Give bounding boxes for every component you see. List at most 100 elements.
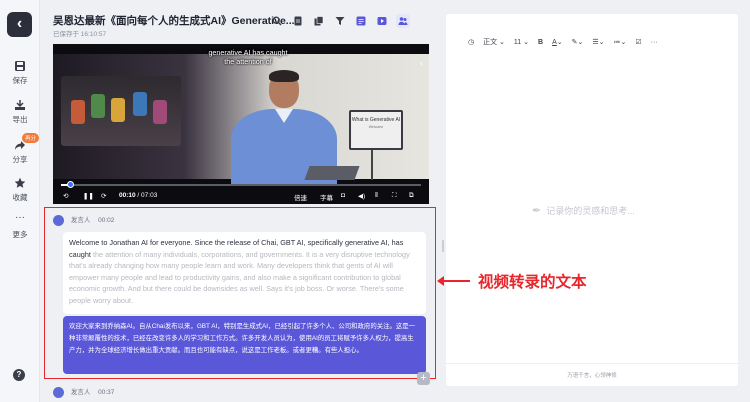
annotation-label: 视频转录的文本 — [478, 274, 587, 291]
laptop-prop — [304, 166, 360, 180]
popout-icon[interactable]: ⧉ — [409, 192, 414, 200]
editor-footer-divider — [446, 363, 738, 364]
export-button[interactable]: 导出 — [0, 99, 40, 125]
copy-button[interactable] — [312, 14, 326, 28]
video-caption: generative AI has caught the attention o… — [208, 48, 288, 66]
subtitle-button[interactable]: 字幕 — [320, 192, 333, 202]
annotation-arrow-line — [442, 280, 470, 282]
more-tools-icon[interactable]: ··· — [651, 39, 658, 46]
filter-button[interactable] — [333, 14, 347, 28]
save-icon — [15, 61, 25, 71]
transcript-english[interactable]: Welcome to Jonathan AI for everyone. Sin… — [63, 232, 426, 314]
editor-toolbar: ◷ 正文 ⌄ 11 ⌄ B A⌄ ✎⌄ ☰⌄ ≔⌄ ☑ ··· — [468, 37, 658, 47]
search-icon — [272, 16, 282, 26]
video-button[interactable] — [375, 14, 389, 28]
robot-figure — [111, 98, 125, 122]
next-speaker-name: 发言人 — [70, 389, 91, 396]
time-display: 00:10 / 07:03 — [119, 192, 158, 199]
robot-figure — [71, 100, 85, 124]
speaker-name: 发言人 — [70, 217, 91, 224]
screen-stand — [371, 150, 373, 180]
notes-editor[interactable]: ◷ 正文 ⌄ 11 ⌄ B A⌄ ✎⌄ ☰⌄ ≔⌄ ☑ ··· ✒ 记录你的灵感和… — [446, 14, 738, 386]
editor-placeholder-text: 记录你的灵感和思考... — [546, 206, 635, 216]
document-button[interactable] — [291, 14, 305, 28]
speaker-hair — [269, 70, 299, 82]
presentation-screen: What is Generative AI Welcome — [349, 110, 403, 150]
save-button[interactable]: 保存 — [0, 60, 40, 86]
font-size-value: 11 — [513, 39, 522, 46]
share-label: 分享 — [12, 155, 28, 164]
pause-icon[interactable]: ❚❚ — [83, 192, 94, 200]
more-icon: ··· — [15, 212, 25, 223]
video-frame: What is Generative AI Welcome — [53, 54, 429, 184]
robot-figure — [91, 94, 105, 118]
style-select-value: 正文 — [483, 39, 498, 46]
save-label: 保存 — [12, 76, 28, 85]
screen-subtitle: Welcome — [368, 125, 384, 129]
share-button[interactable]: 分享 — [0, 139, 40, 165]
time-total: 07:03 — [141, 192, 158, 199]
top-toolbar — [270, 14, 410, 28]
share-icon — [15, 141, 25, 150]
search-button[interactable] — [270, 14, 284, 28]
page-title: 吴恩达最新《面向每个人的生成式AI》Generative... — [53, 15, 295, 27]
bold-icon[interactable]: B — [538, 39, 543, 46]
align-icon[interactable]: ☰⌄ — [592, 38, 604, 46]
style-select[interactable]: 正文 ⌄ — [483, 37, 505, 47]
editor-placeholder[interactable]: ✒ 记录你的灵感和思考... — [532, 204, 635, 217]
checkbox-icon[interactable]: ☑ — [635, 38, 641, 46]
speakers-button[interactable] — [396, 14, 410, 28]
help-icon[interactable]: ? — [13, 369, 25, 381]
speed-button[interactable]: 倍速 — [294, 192, 307, 202]
player-controls: ⟲ ❚❚ ⟳ 00:10 / 07:03 倍速 字幕 ◘ ◀) ⦀ ⛶ ⧉ — [61, 192, 421, 202]
volume-icon[interactable]: ◀) — [358, 192, 365, 200]
settings-icon[interactable]: ⦀ — [375, 192, 378, 200]
copy-icon — [314, 16, 324, 26]
more-label: 更多 — [12, 230, 28, 239]
save-status: 已保存于 16:10:57 — [53, 31, 107, 38]
transcript-speaker-row: 发言人 00:02 — [53, 214, 114, 226]
favorite-button[interactable]: 收藏 — [0, 177, 40, 203]
star-icon — [14, 177, 26, 188]
text-color-icon[interactable]: A⌄ — [552, 38, 563, 46]
notes-icon — [356, 16, 366, 26]
time-current: 00:10 — [119, 192, 136, 199]
camera-icon[interactable]: ◘ — [341, 192, 345, 199]
progress-bar[interactable] — [61, 181, 421, 188]
progress-knob[interactable] — [66, 181, 74, 188]
highlight-icon[interactable]: ✎⌄ — [572, 38, 584, 46]
speaker-avatar — [53, 214, 64, 226]
robot-figure — [153, 100, 167, 124]
notes-button[interactable] — [354, 14, 368, 28]
forward-icon[interactable]: ⟳ — [101, 192, 106, 200]
transcript-chinese[interactable]: 欢迎大家来到乔纳森AI。自从Chai发布以来，GBT AI，特别是生成式AI，已… — [63, 316, 426, 374]
transcript-english-upcoming: the attention of many individuals, corpo… — [69, 249, 410, 305]
history-icon[interactable]: ◷ — [468, 38, 474, 46]
next-segment-time[interactable]: 00:37 — [98, 389, 114, 396]
editor-footer: 万语千言，心领神修 — [567, 373, 617, 379]
panel-resize-handle[interactable] — [442, 240, 444, 252]
add-note-button[interactable]: + — [417, 372, 430, 385]
play-icon — [377, 17, 387, 25]
video-player[interactable]: What is Generative AI Welcome generative… — [53, 44, 429, 204]
rewind-icon[interactable]: ⟲ — [63, 192, 68, 200]
annotation-arrow-head — [437, 276, 444, 286]
quill-icon: ✒ — [532, 205, 542, 217]
more-button[interactable]: ··· 更多 — [0, 212, 40, 240]
export-icon — [15, 100, 25, 110]
left-rail: ‹ 保存 导出 再分 分享 收藏 ··· 更多 ? — [0, 0, 40, 402]
screen-title: What is Generative AI — [351, 117, 401, 123]
fullscreen-icon[interactable]: ⛶ — [392, 192, 397, 200]
filter-icon — [335, 17, 345, 25]
font-size-select[interactable]: 11 ⌄ — [514, 38, 529, 46]
users-icon — [398, 17, 408, 25]
collapse-icon[interactable]: ‹ — [420, 58, 423, 68]
transcript-next-speaker-row: 发言人 00:37 — [53, 386, 114, 398]
back-button[interactable]: ‹ — [7, 12, 32, 37]
speaker-avatar — [53, 386, 64, 398]
document-icon — [294, 16, 302, 26]
robot-figure — [133, 92, 147, 116]
list-icon[interactable]: ≔⌄ — [614, 38, 627, 46]
favorite-label: 收藏 — [12, 193, 28, 202]
segment-time[interactable]: 00:02 — [98, 217, 114, 224]
